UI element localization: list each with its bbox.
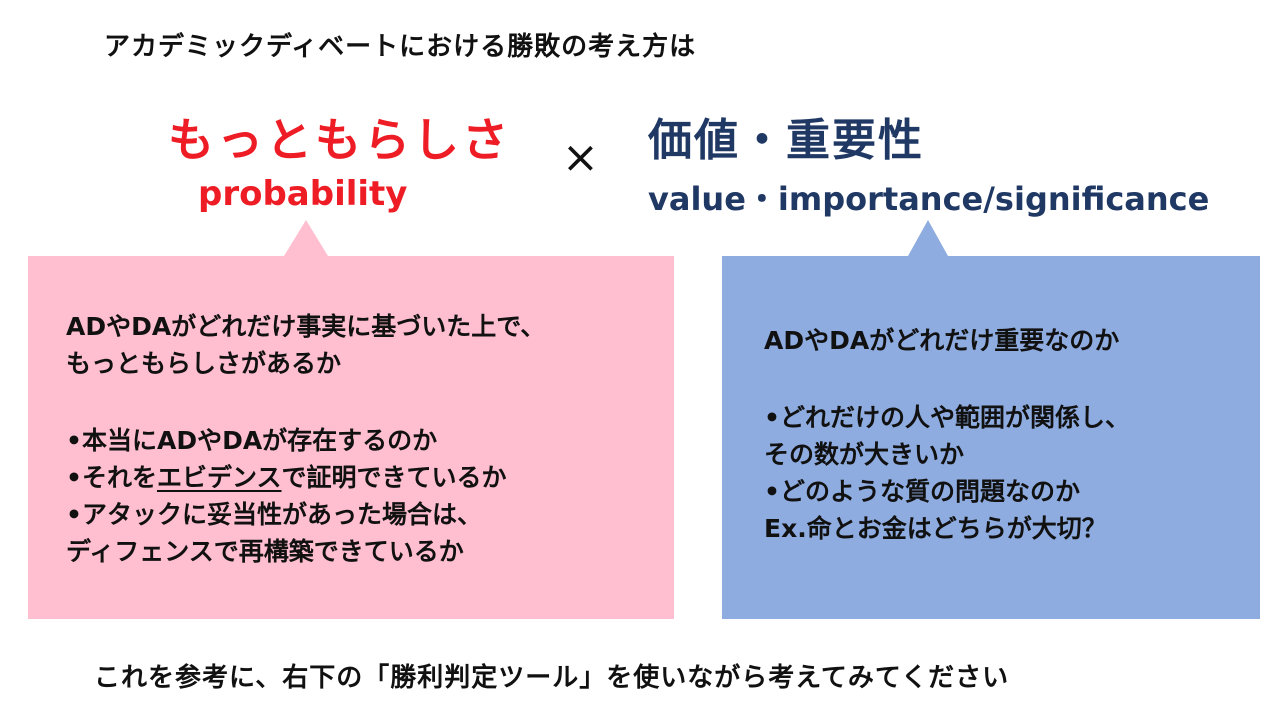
value-heading-jp: 価値・重要性 xyxy=(648,115,924,166)
probability-callout: ADやDAがどれだけ事実に基づいた上で、 もっともらしさがあるか •本当にADや… xyxy=(28,220,674,619)
value-heading-en: value・importance/significance xyxy=(648,180,1210,218)
probability-line-2: もっともらしさがあるか xyxy=(66,349,342,378)
probability-line-1: ADやDAがどれだけ事実に基づいた上で、 xyxy=(66,312,546,341)
bullet-2-suffix: で証明できているか xyxy=(281,463,507,492)
probability-bullet-2: •それをエビデンスで証明できているか xyxy=(66,459,545,496)
value-callout-text: ADやDAがどれだけ重要なのか •どれだけの人や範囲が関係し、 その数が大きいか… xyxy=(764,322,1130,547)
value-callout-tail xyxy=(908,220,948,256)
probability-callout-text: ADやDAがどれだけ事実に基づいた上で、 もっともらしさがあるか •本当にADや… xyxy=(66,308,545,570)
value-bullet-1: •どれだけの人や範囲が関係し、 xyxy=(764,403,1130,432)
value-line-1: ADやDAがどれだけ重要なのか xyxy=(764,326,1120,355)
value-callout: ADやDAがどれだけ重要なのか •どれだけの人や範囲が関係し、 その数が大きいか… xyxy=(722,220,1260,619)
probability-bullet-3-cont: ディフェンスで再構築できているか xyxy=(66,537,464,566)
probability-bullet-3: •アタックに妥当性があった場合は、 xyxy=(66,500,482,529)
bullet-2-prefix: •それを xyxy=(66,463,157,492)
evidence-underlined: エビデンス xyxy=(156,463,282,492)
probability-callout-tail xyxy=(284,220,328,256)
footer-instruction: これを参考に、右下の「勝利判定ツール」を使いながら考えてみてください xyxy=(94,663,1010,693)
slide-title: アカデミックディベートにおける勝敗の考え方は xyxy=(104,32,697,62)
probability-heading-en: probability xyxy=(198,174,408,214)
probability-heading-jp: もっともらしさ xyxy=(168,113,511,167)
value-bullet-1-cont: その数が大きいか xyxy=(764,440,965,469)
multiply-sign: × xyxy=(562,132,599,183)
value-bullet-2: •どのような質の問題なのか xyxy=(764,477,1080,506)
probability-bullet-1: •本当にADやDAが存在するのか xyxy=(66,426,438,455)
value-example: Ex.命とお金はどちらが大切？ xyxy=(764,514,1107,543)
slide: アカデミックディベートにおける勝敗の考え方は もっともらしさ probabili… xyxy=(0,0,1280,720)
